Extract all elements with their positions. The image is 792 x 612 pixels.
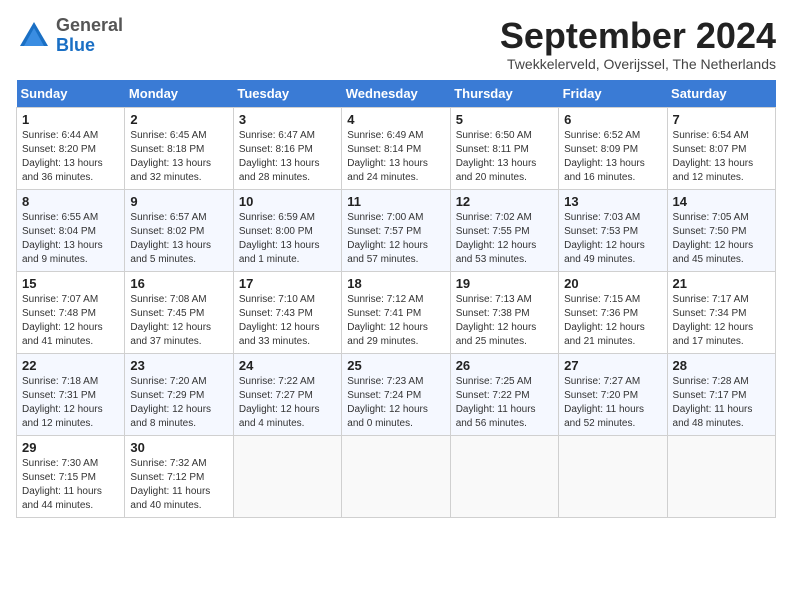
calendar-cell: 29Sunrise: 7:30 AM Sunset: 7:15 PM Dayli…	[17, 435, 125, 517]
calendar-cell: 15Sunrise: 7:07 AM Sunset: 7:48 PM Dayli…	[17, 271, 125, 353]
calendar-cell: 2Sunrise: 6:45 AM Sunset: 8:18 PM Daylig…	[125, 107, 233, 189]
calendar-cell: 3Sunrise: 6:47 AM Sunset: 8:16 PM Daylig…	[233, 107, 341, 189]
location-subtitle: Twekkelerveld, Overijssel, The Netherlan…	[500, 56, 776, 72]
calendar-cell: 14Sunrise: 7:05 AM Sunset: 7:50 PM Dayli…	[667, 189, 775, 271]
header: General Blue September 2024 Twekkelervel…	[16, 16, 776, 72]
calendar-cell: 24Sunrise: 7:22 AM Sunset: 7:27 PM Dayli…	[233, 353, 341, 435]
calendar-cell: 27Sunrise: 7:27 AM Sunset: 7:20 PM Dayli…	[559, 353, 667, 435]
calendar-cell: 23Sunrise: 7:20 AM Sunset: 7:29 PM Dayli…	[125, 353, 233, 435]
calendar-cell	[342, 435, 450, 517]
calendar-cell: 16Sunrise: 7:08 AM Sunset: 7:45 PM Dayli…	[125, 271, 233, 353]
col-tuesday: Tuesday	[233, 80, 341, 108]
calendar-cell: 22Sunrise: 7:18 AM Sunset: 7:31 PM Dayli…	[17, 353, 125, 435]
calendar-cell: 6Sunrise: 6:52 AM Sunset: 8:09 PM Daylig…	[559, 107, 667, 189]
col-thursday: Thursday	[450, 80, 558, 108]
header-row: Sunday Monday Tuesday Wednesday Thursday…	[17, 80, 776, 108]
col-monday: Monday	[125, 80, 233, 108]
logo-text: General Blue	[56, 16, 123, 56]
calendar-week-4: 29Sunrise: 7:30 AM Sunset: 7:15 PM Dayli…	[17, 435, 776, 517]
calendar-cell: 13Sunrise: 7:03 AM Sunset: 7:53 PM Dayli…	[559, 189, 667, 271]
calendar-week-2: 15Sunrise: 7:07 AM Sunset: 7:48 PM Dayli…	[17, 271, 776, 353]
calendar-cell: 7Sunrise: 6:54 AM Sunset: 8:07 PM Daylig…	[667, 107, 775, 189]
calendar-cell: 8Sunrise: 6:55 AM Sunset: 8:04 PM Daylig…	[17, 189, 125, 271]
calendar-week-0: 1Sunrise: 6:44 AM Sunset: 8:20 PM Daylig…	[17, 107, 776, 189]
logo-general: General	[56, 15, 123, 35]
calendar-cell: 19Sunrise: 7:13 AM Sunset: 7:38 PM Dayli…	[450, 271, 558, 353]
calendar-cell: 21Sunrise: 7:17 AM Sunset: 7:34 PM Dayli…	[667, 271, 775, 353]
calendar-cell	[559, 435, 667, 517]
logo: General Blue	[16, 16, 123, 56]
col-friday: Friday	[559, 80, 667, 108]
calendar-cell: 18Sunrise: 7:12 AM Sunset: 7:41 PM Dayli…	[342, 271, 450, 353]
calendar-cell: 30Sunrise: 7:32 AM Sunset: 7:12 PM Dayli…	[125, 435, 233, 517]
month-title: September 2024	[500, 16, 776, 56]
calendar-cell: 17Sunrise: 7:10 AM Sunset: 7:43 PM Dayli…	[233, 271, 341, 353]
calendar-week-3: 22Sunrise: 7:18 AM Sunset: 7:31 PM Dayli…	[17, 353, 776, 435]
calendar-cell: 28Sunrise: 7:28 AM Sunset: 7:17 PM Dayli…	[667, 353, 775, 435]
logo-blue: Blue	[56, 35, 95, 55]
calendar-cell: 25Sunrise: 7:23 AM Sunset: 7:24 PM Dayli…	[342, 353, 450, 435]
col-wednesday: Wednesday	[342, 80, 450, 108]
col-sunday: Sunday	[17, 80, 125, 108]
calendar-cell: 20Sunrise: 7:15 AM Sunset: 7:36 PM Dayli…	[559, 271, 667, 353]
calendar-cell: 5Sunrise: 6:50 AM Sunset: 8:11 PM Daylig…	[450, 107, 558, 189]
calendar-cell: 26Sunrise: 7:25 AM Sunset: 7:22 PM Dayli…	[450, 353, 558, 435]
title-area: September 2024 Twekkelerveld, Overijssel…	[500, 16, 776, 72]
calendar-cell: 11Sunrise: 7:00 AM Sunset: 7:57 PM Dayli…	[342, 189, 450, 271]
calendar-cell: 10Sunrise: 6:59 AM Sunset: 8:00 PM Dayli…	[233, 189, 341, 271]
calendar-cell: 1Sunrise: 6:44 AM Sunset: 8:20 PM Daylig…	[17, 107, 125, 189]
calendar-week-1: 8Sunrise: 6:55 AM Sunset: 8:04 PM Daylig…	[17, 189, 776, 271]
calendar-cell	[450, 435, 558, 517]
calendar-cell	[667, 435, 775, 517]
calendar-cell: 12Sunrise: 7:02 AM Sunset: 7:55 PM Dayli…	[450, 189, 558, 271]
calendar-cell	[233, 435, 341, 517]
logo-icon	[16, 18, 52, 54]
col-saturday: Saturday	[667, 80, 775, 108]
calendar-table: Sunday Monday Tuesday Wednesday Thursday…	[16, 80, 776, 518]
calendar-cell: 9Sunrise: 6:57 AM Sunset: 8:02 PM Daylig…	[125, 189, 233, 271]
calendar-cell: 4Sunrise: 6:49 AM Sunset: 8:14 PM Daylig…	[342, 107, 450, 189]
